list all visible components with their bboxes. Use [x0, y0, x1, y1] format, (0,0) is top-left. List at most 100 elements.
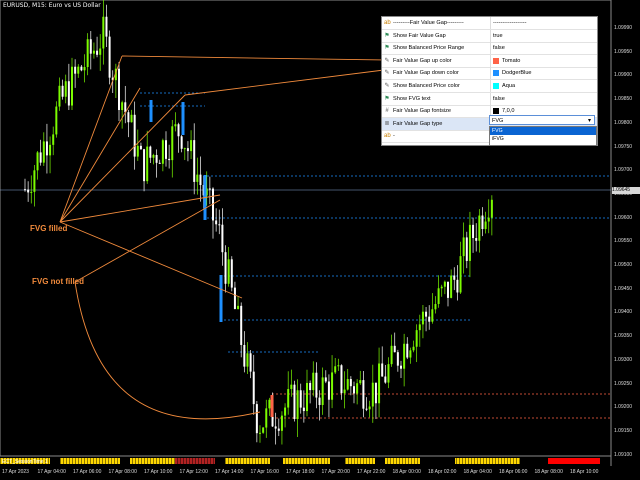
bear-candle [155, 154, 158, 163]
session-stripe [201, 458, 202, 464]
bear-candle [453, 275, 456, 280]
property-row[interactable]: ✎ Show Balanced Price color Aqua [382, 80, 597, 93]
session-stripe [210, 458, 211, 464]
session-stripe [375, 458, 376, 464]
property-row[interactable]: ⚑ Show Balanced Price Range false [382, 42, 597, 56]
price-tick-label: 1.09700 [614, 167, 633, 174]
session-stripe [192, 458, 193, 464]
property-row[interactable]: ✎ Fair Value Gap down color DodgerBlue [382, 67, 597, 81]
session-stripe [459, 458, 460, 464]
bear-candle [299, 390, 302, 408]
bear-candle [293, 384, 296, 419]
property-value[interactable]: false [490, 92, 595, 105]
session-stripe [180, 458, 181, 464]
session-stripe [54, 458, 55, 464]
bear-candle [465, 237, 468, 261]
abc-icon: ab [384, 133, 391, 140]
session-stripe [204, 458, 205, 464]
session-stripe [474, 458, 475, 464]
bull-candle [415, 330, 418, 347]
property-name: Show Balanced Price color [393, 83, 460, 89]
property-value[interactable]: Aqua [490, 80, 595, 92]
session-stripe [363, 458, 364, 464]
property-value[interactable]: false [490, 42, 595, 55]
session-stripe [480, 458, 481, 464]
bull-candle [290, 384, 293, 390]
session-stripe [390, 458, 391, 464]
session-stripe [507, 458, 508, 464]
session-stripe [102, 458, 103, 464]
price-tick-label: 1.09200 [614, 404, 633, 411]
bull-candle [390, 345, 393, 365]
session-stripe [261, 458, 262, 464]
bull-candle [280, 415, 283, 431]
property-value[interactable]: Tomato [490, 54, 595, 67]
property-row[interactable]: ab ---------Fair Value Gap--------- ------… [382, 17, 597, 30]
session-stripe [393, 458, 394, 464]
bull-candle [64, 81, 67, 97]
session-stripe [279, 458, 280, 464]
property-name: ---------Fair Value Gap--------- [393, 20, 464, 26]
session-stripe [174, 458, 175, 464]
session-stripe [495, 458, 496, 464]
property-value[interactable]: DodgerBlue [490, 67, 595, 80]
session-stripe [117, 458, 118, 464]
bull-candle [262, 427, 265, 433]
bear-candle [243, 344, 246, 367]
property-row[interactable]: ✎ Fair Value Gap up color Tomato [382, 54, 597, 68]
bull-candle [102, 16, 105, 49]
fvg-type-dropdown-list[interactable]: FVG iFVG [489, 126, 597, 146]
bear-candle [274, 426, 277, 429]
bear-candle [168, 158, 171, 161]
bull-candle [487, 217, 490, 222]
property-value-text: DodgerBlue [502, 70, 532, 77]
session-stripe [276, 458, 277, 464]
session-stripe [486, 458, 487, 464]
session-stripe [483, 458, 484, 464]
time-tick-label: 18 Apr 10:00 [570, 469, 599, 475]
session-stripe [234, 458, 235, 464]
bull-candle [440, 286, 443, 289]
session-stripe [489, 458, 490, 464]
bull-candle [443, 281, 446, 287]
chevron-down-icon[interactable]: ▾ [588, 116, 591, 126]
bear-candle [105, 16, 108, 37]
property-value[interactable]: ------------------ [490, 17, 595, 29]
session-stripe [78, 458, 79, 464]
price-tick-label: 1.09550 [614, 238, 633, 245]
property-name: Show FVG text [393, 95, 431, 102]
session-stripe [285, 458, 286, 464]
bear-candle [61, 85, 64, 97]
bear-candle [67, 81, 70, 106]
bear-candle [472, 224, 475, 239]
dropdown-option[interactable]: iFVG [490, 135, 596, 143]
bull-candle [418, 324, 421, 331]
fvg-type-select[interactable]: FVG ▾ [489, 115, 595, 125]
session-stripe [135, 458, 136, 464]
session-stripe [405, 458, 406, 464]
session-stripe [93, 458, 94, 464]
fvg-not-filled-label: FVG not filled [32, 277, 84, 286]
bear-candle [39, 152, 42, 163]
property-value[interactable]: true [490, 29, 595, 42]
session-stripe [111, 458, 112, 464]
bear-candle [233, 287, 236, 309]
dropdown-option[interactable]: FVG [490, 127, 596, 135]
session-stripe [195, 458, 196, 464]
property-row[interactable]: ⚑ Show Fair Value Gap true [382, 29, 597, 43]
session-stripe [291, 458, 292, 464]
session-stripe [207, 458, 208, 464]
bear-candle [406, 343, 409, 358]
bull-candle [136, 145, 139, 157]
session-stripe [249, 458, 250, 464]
bear-candle [89, 39, 92, 54]
session-stripe [357, 458, 358, 464]
property-row[interactable]: ⚑ Show FVG text false [382, 92, 597, 106]
session-stripe [120, 458, 121, 464]
time-tick-label: 17 Apr 12:00 [179, 469, 208, 475]
property-name: Show Balanced Price Range [393, 45, 465, 52]
session-stripe [438, 458, 439, 464]
bull-candle [356, 383, 359, 394]
property-value-text: false [493, 95, 505, 102]
session-stripe [282, 458, 283, 464]
